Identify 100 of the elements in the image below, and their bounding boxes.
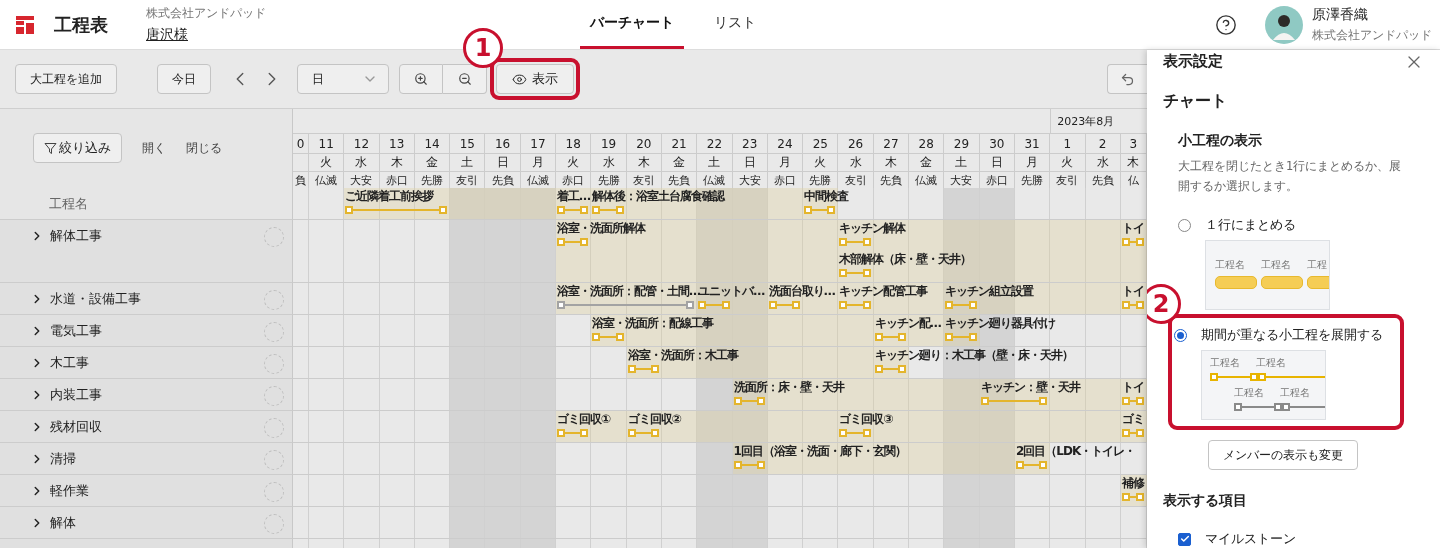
weekday: 金 — [414, 153, 451, 171]
task-label[interactable]: ゴミ回収③ — [839, 412, 893, 427]
weekday: 金 — [909, 153, 945, 171]
day-number: 11 — [309, 133, 345, 153]
task-bar — [804, 206, 836, 214]
preview-pill — [1215, 276, 1257, 289]
task-bar — [874, 333, 907, 341]
task-label[interactable]: 補修 — [1121, 476, 1144, 491]
company-name: 株式会社アンドパッド — [146, 5, 266, 22]
task-label[interactable]: キッチン：壁・天井 — [980, 380, 1080, 395]
weekday: 火 — [803, 153, 839, 171]
zoom-in-button[interactable] — [399, 64, 443, 94]
collapse-all-link[interactable]: 閉じる — [186, 139, 222, 157]
zoom-in-icon — [414, 72, 428, 86]
weekday: 火 — [1050, 153, 1086, 171]
task-bar — [945, 301, 977, 309]
radio-option[interactable]: １行にまとめる — [1178, 216, 1424, 234]
day-number: 17 — [520, 133, 557, 153]
avatar — [1265, 5, 1303, 44]
task-label[interactable]: トイ — [1121, 221, 1144, 236]
preview-label: 工程名 — [1210, 357, 1240, 370]
task-label[interactable]: 浴室・洗面所：配線工事 — [592, 316, 714, 331]
task-label[interactable]: 1回目（浴室・洗面・廊下・玄関） — [733, 444, 906, 459]
today-button[interactable]: 今日 — [157, 64, 211, 94]
day-number: 30 — [979, 133, 1015, 153]
add-process-button[interactable]: 大工程を追加 — [15, 64, 117, 94]
scale-select[interactable]: 日 — [297, 64, 389, 94]
process-name: 清掃 — [50, 450, 76, 468]
task-label[interactable]: 2回目（LDK・トイレ・ — [1015, 444, 1136, 459]
task-label[interactable]: ゴミ回収① — [557, 412, 611, 427]
task-label[interactable]: キッチン解体 — [839, 221, 906, 236]
radio-option[interactable]: 期間が重なる小工程を展開する — [1174, 326, 1396, 344]
filter-button[interactable]: 絞り込み — [33, 133, 122, 163]
task-label[interactable]: ご近隣着工前挨拶 — [345, 189, 434, 204]
day-number: 19 — [591, 133, 627, 153]
task-bar — [557, 238, 589, 246]
weekday: 火 — [309, 153, 345, 171]
eye-icon — [512, 71, 527, 87]
task-bar — [627, 365, 659, 373]
task-label[interactable]: 洗面所：床・壁・天井 — [733, 380, 844, 395]
day-number: 29 — [944, 133, 980, 153]
logo-icon — [16, 15, 34, 34]
weekday: 土 — [450, 153, 486, 171]
task-bar — [592, 333, 624, 341]
view-tab[interactable]: リスト — [704, 0, 766, 49]
help-icon[interactable] — [1215, 13, 1237, 36]
zoom-out-button[interactable] — [443, 64, 487, 94]
preview-label: 工程名 — [1280, 387, 1310, 400]
preview-label: 工程名 — [1215, 259, 1246, 272]
day-number: 0 — [293, 133, 309, 153]
section-title: チャート — [1163, 91, 1228, 112]
preview-label: 工程名 — [1256, 357, 1286, 370]
weekday: 水 — [344, 153, 380, 171]
day-number: 2 — [1085, 133, 1121, 153]
task-label[interactable]: 木部解体（床・壁・天井） — [839, 252, 972, 267]
member-display-button[interactable]: メンバーの表示も変更 — [1208, 440, 1358, 470]
day-number: 23 — [732, 133, 768, 153]
task-bar — [1121, 301, 1144, 309]
preview-pill — [1261, 276, 1303, 289]
expand-all-link[interactable]: 開く — [142, 139, 166, 157]
preview-label: 工程 — [1307, 259, 1328, 272]
task-label[interactable]: 着工… — [557, 189, 591, 204]
weekday: 月 — [1014, 153, 1051, 171]
weekday: 日 — [979, 153, 1015, 171]
task-bar — [698, 301, 730, 309]
task-bar — [1121, 397, 1144, 405]
task-label[interactable]: ゴミ — [1121, 412, 1144, 427]
task-label[interactable]: 解体後：浴室土台腐食確認 — [592, 189, 725, 204]
subsection-title: 小工程の表示 — [1178, 132, 1263, 150]
process-name: 解体 — [50, 514, 76, 532]
task-bar — [874, 365, 907, 373]
task-label[interactable]: 中間検査 — [804, 189, 849, 204]
task-bar — [1121, 238, 1144, 246]
task-label[interactable]: キッチン廻り器具付け — [945, 316, 1056, 331]
task-label[interactable]: ゴミ回収② — [627, 412, 681, 427]
project-link[interactable]: 唐沢様 — [146, 26, 266, 44]
view-button[interactable]: 表示 — [496, 64, 574, 94]
user-name: 原澤香織 — [1312, 5, 1369, 24]
day-number: 20 — [626, 133, 662, 153]
process-name: 軽作業 — [50, 482, 89, 500]
task-bar — [839, 238, 871, 246]
day-number: 26 — [838, 133, 874, 153]
task-label[interactable]: トイ — [1121, 284, 1144, 299]
checkbox-option[interactable]: マイルストーン — [1163, 530, 1424, 548]
task-label[interactable]: 浴室・洗面所：木工事 — [627, 348, 738, 363]
weekday: 土 — [944, 153, 980, 171]
task-label[interactable]: トイ — [1121, 380, 1144, 395]
task-label[interactable]: キッチン廻り：木工事（壁・床・天井） — [874, 348, 1073, 363]
task-label[interactable]: 浴室・洗面所解体 — [557, 221, 646, 236]
task-label[interactable]: キッチン配… — [874, 316, 941, 331]
task-label[interactable]: 洗面台取り… — [768, 284, 835, 299]
day-number: 24 — [767, 133, 804, 153]
section-title: 表示する項目 — [1163, 492, 1248, 510]
undo-icon — [1120, 71, 1135, 87]
process-name: 内装工事 — [50, 386, 102, 404]
task-label[interactable]: キッチン配管工事 — [839, 284, 928, 299]
task-label[interactable]: キッチン組立設置 — [945, 284, 1034, 299]
undo-button[interactable] — [1107, 64, 1147, 94]
task-bar — [733, 397, 765, 405]
weekday: 日 — [485, 153, 521, 171]
